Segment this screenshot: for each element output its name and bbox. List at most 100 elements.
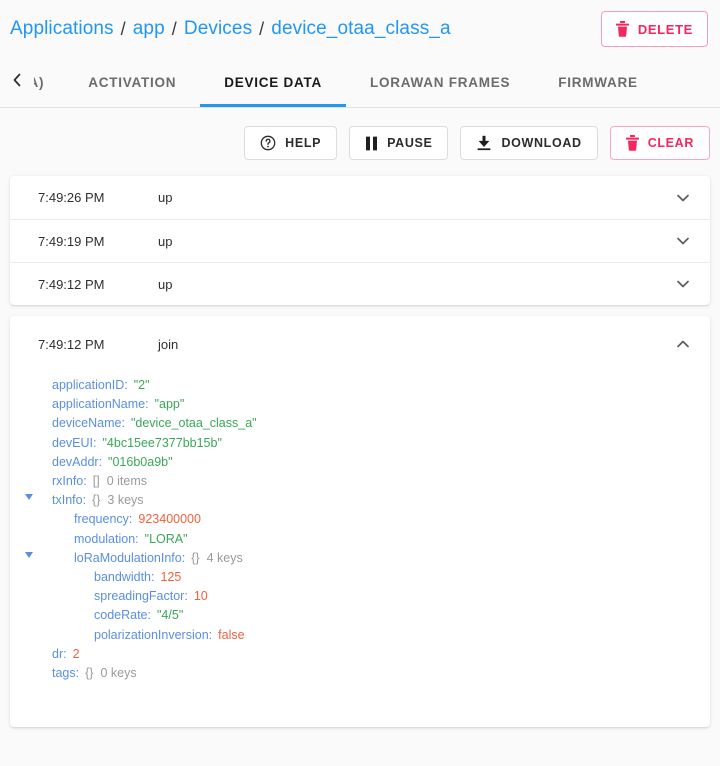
json-key: devAddr: [52, 454, 99, 469]
chevron-down-icon[interactable]: [674, 275, 692, 293]
json-value: "4/5": [157, 608, 184, 623]
json-key: loRaModulationInfo: [74, 550, 182, 565]
json-meta: 0 keys: [100, 666, 137, 681]
tab-activation[interactable]: ACTIVATION: [64, 58, 200, 107]
json-tree: applicationID: "2" applicationName: "app" de…: [10, 372, 710, 727]
json-colon: :: [124, 378, 128, 392]
json-row-codeRate: codeRate: "4/5": [38, 606, 692, 625]
event-row[interactable]: 7:49:26 PM up: [10, 176, 710, 219]
json-row-dr: dr:2: [38, 645, 692, 664]
json-value: 10: [193, 589, 208, 604]
json-row-devAddr: devAddr: "016b0a9b": [38, 453, 692, 472]
json-value: false: [218, 627, 245, 642]
tab-list: AA)ACTIVATIONDEVICE DATALORAWAN FRAMESFI…: [34, 58, 720, 107]
json-key: devEUI: [52, 435, 93, 450]
event-list-card: 7:49:26 PM up 7:49:19 PM up 7:49:12 PM up: [10, 176, 710, 305]
download-button[interactable]: DOWNLOAD: [460, 126, 598, 160]
tab-aa[interactable]: AA): [34, 58, 64, 107]
event-row[interactable]: 7:49:12 PM up: [10, 262, 710, 305]
json-value: "LORA": [144, 531, 188, 546]
clear-button-label: CLEAR: [647, 136, 694, 150]
json-row-deviceName: deviceName: "device_otaa_class_a": [38, 414, 692, 433]
json-key: codeRate: [94, 608, 148, 623]
breadcrumb-separator: /: [171, 18, 177, 39]
expanded-event-type: join: [158, 336, 179, 352]
json-colon: :: [93, 435, 97, 450]
trash-icon: [625, 135, 639, 151]
json-value: "4bc15ee7377bb15b": [102, 435, 222, 450]
json-value: "device_otaa_class_a": [130, 416, 257, 431]
tab-scroll-left-button[interactable]: [0, 58, 34, 107]
json-colon: :: [75, 666, 80, 681]
expand-triangle-icon[interactable]: [25, 494, 33, 501]
json-colon: :: [147, 608, 151, 623]
page-header: Applications / app / Devices / device_otaa_cla…: [0, 0, 720, 58]
json-row-applicationName: applicationName: "app": [38, 395, 692, 414]
clear-button[interactable]: CLEAR: [609, 126, 710, 160]
event-type: up: [158, 233, 173, 249]
breadcrumb-link-1[interactable]: app: [133, 18, 165, 40]
json-row-devEUI: devEUI: "4bc15ee7377bb15b": [38, 434, 692, 453]
delete-button[interactable]: DELETE: [600, 11, 708, 47]
chevron-left-icon: [12, 72, 23, 93]
json-brace: {}: [92, 493, 101, 508]
breadcrumb-link-3[interactable]: device_otaa_class_a: [271, 18, 450, 40]
json-colon: :: [184, 589, 188, 604]
json-row-polarizationInversion: polarizationInversion: false: [38, 626, 692, 645]
chevron-up-icon[interactable]: [674, 335, 692, 353]
json-row-applicationID: applicationID: "2": [38, 376, 692, 395]
json-meta: 3 keys: [107, 493, 144, 508]
json-colon: :: [208, 627, 213, 642]
event-type: up: [158, 276, 173, 292]
breadcrumb-separator: /: [259, 18, 265, 39]
expand-triangle-icon[interactable]: [25, 551, 33, 558]
json-row-loRaModulationInfo[interactable]: loRaModulationInfo: {} 4 keys: [25, 549, 692, 568]
event-type: up: [158, 190, 173, 205]
json-value: "016b0a9b": [108, 454, 173, 469]
json-key: frequency: [74, 512, 129, 527]
json-row-spreadingFactor: spreadingFactor:10: [38, 587, 692, 606]
json-colon: :: [63, 646, 67, 661]
tab-device-data[interactable]: DEVICE DATA: [200, 58, 346, 107]
json-key: applicationName: [52, 397, 146, 412]
json-row-txInfo[interactable]: txInfo: {} 3 keys: [25, 491, 692, 510]
pause-button[interactable]: PAUSE: [349, 126, 449, 160]
json-key: rxInfo: [52, 474, 84, 489]
chevron-down-icon[interactable]: [674, 189, 692, 207]
breadcrumb-separator: /: [120, 18, 126, 39]
json-key: modulation: [74, 531, 136, 546]
json-value: "2": [133, 378, 150, 392]
trash-icon: [615, 21, 629, 37]
breadcrumb-link-0[interactable]: Applications: [10, 18, 114, 40]
json-row-rxInfo: rxInfo: [] 0 items: [38, 472, 692, 491]
json-colon: :: [82, 493, 87, 508]
breadcrumb-link-2[interactable]: Devices: [184, 18, 252, 40]
delete-button-label: DELETE: [637, 21, 693, 37]
help-button[interactable]: HELP: [244, 126, 338, 160]
expanded-event-time: 7:49:12 PM: [38, 336, 105, 352]
expanded-event-header[interactable]: 7:49:12 PM join: [10, 316, 710, 372]
json-colon: :: [128, 512, 133, 527]
event-row[interactable]: 7:49:19 PM up: [10, 219, 710, 262]
json-colon: :: [181, 550, 186, 565]
tab-lorawan-frames[interactable]: LORAWAN FRAMES: [346, 58, 534, 107]
json-colon: :: [135, 531, 139, 546]
json-key: applicationID: [52, 378, 125, 392]
json-value: 923400000: [138, 512, 201, 527]
json-meta: 4 keys: [206, 550, 243, 565]
json-brace: {}: [191, 550, 200, 565]
tab-firmware[interactable]: FIRMWARE: [534, 58, 662, 107]
json-colon: :: [151, 570, 155, 585]
json-key: bandwidth: [94, 570, 151, 585]
json-meta: 0 items: [106, 474, 147, 489]
json-colon: :: [98, 454, 103, 469]
json-value: 2: [72, 646, 80, 661]
pause-button-label: PAUSE: [387, 136, 433, 150]
help-button-label: HELP: [285, 136, 322, 150]
help-circle-icon: [260, 135, 276, 151]
json-row-frequency: frequency:923400000: [38, 510, 692, 529]
chevron-down-icon[interactable]: [674, 232, 692, 250]
json-value: 125: [160, 570, 182, 585]
json-row-modulation: modulation: "LORA": [38, 530, 692, 549]
json-key: tags: [52, 666, 76, 681]
